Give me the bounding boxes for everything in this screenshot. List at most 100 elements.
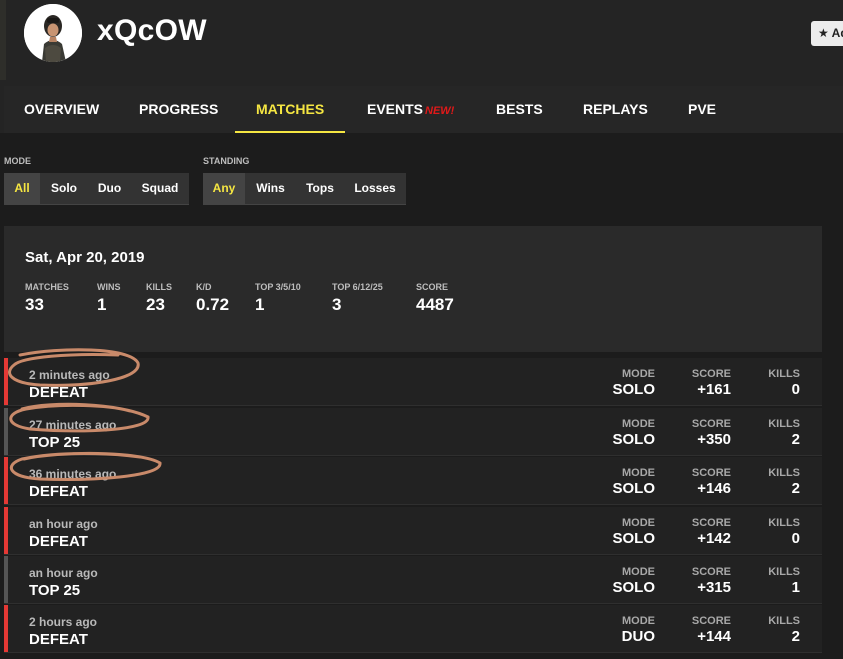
match-time: an hour ago xyxy=(29,517,98,531)
col-label: SCORE xyxy=(691,615,731,627)
tab-pve[interactable]: PVE xyxy=(688,86,716,133)
stat-label: MATCHES xyxy=(25,282,69,292)
username: xQcOW xyxy=(97,14,207,47)
col-value: +146 xyxy=(697,480,731,497)
tab-events[interactable]: EVENTS NEW! xyxy=(367,86,454,133)
stat-matches: MATCHES 33 xyxy=(25,282,69,315)
day-summary: Sat, Apr 20, 2019 MATCHES 33 WINS 1 KILL… xyxy=(4,226,822,352)
match-kills: KILLS 2 xyxy=(768,467,800,497)
match-kills: KILLS 2 xyxy=(768,418,800,448)
mode-option-all[interactable]: All xyxy=(4,173,40,204)
col-label: MODE xyxy=(622,615,655,627)
mode-filter-label: MODE xyxy=(4,156,31,166)
match-time: an hour ago xyxy=(29,566,98,580)
col-value: 2 xyxy=(791,480,800,497)
standing-option-wins[interactable]: Wins xyxy=(245,173,296,204)
standing-option-any[interactable]: Any xyxy=(203,173,245,204)
col-label: KILLS xyxy=(768,615,800,627)
match-row[interactable]: 36 minutes ago DEFEAT MODE SOLO SCORE +146… xyxy=(4,457,822,505)
col-label: MODE xyxy=(622,467,655,479)
col-label: KILLS xyxy=(768,368,800,380)
match-score: SCORE +315 xyxy=(692,566,731,596)
stat-label: SCORE xyxy=(416,282,449,292)
match-result: DEFEAT xyxy=(29,533,88,550)
match-row[interactable]: an hour ago DEFEAT MODE SOLO SCORE +142 KI… xyxy=(4,507,822,555)
col-value: 2 xyxy=(791,628,800,645)
col-value: +142 xyxy=(697,530,731,547)
stat-top-3-5-10: TOP 3/5/10 1 xyxy=(255,282,301,315)
mode-option-duo[interactable]: Duo xyxy=(88,173,131,204)
match-time: 36 minutes ago xyxy=(29,467,117,481)
result-indicator xyxy=(4,605,8,652)
header-strip xyxy=(0,0,6,80)
standing-filter-label: STANDING xyxy=(203,156,250,166)
stat-top-6-12-25: TOP 6/12/25 3 xyxy=(332,282,383,315)
stat-value: 1 xyxy=(255,295,265,314)
result-indicator xyxy=(4,507,8,554)
match-mode: MODE SOLO xyxy=(612,467,655,497)
mode-option-solo[interactable]: Solo xyxy=(40,173,88,204)
stat-value: 23 xyxy=(146,295,165,314)
col-label: SCORE xyxy=(691,467,731,479)
col-label: KILLS xyxy=(768,517,800,529)
col-value: SOLO xyxy=(612,530,655,547)
match-row[interactable]: 2 hours ago DEFEAT MODE DUO SCORE +144 KIL… xyxy=(4,605,822,653)
match-mode: MODE DUO xyxy=(622,615,655,645)
match-row[interactable]: 27 minutes ago TOP 25 MODE SOLO SCORE +350… xyxy=(4,408,822,456)
col-label: SCORE xyxy=(691,517,731,529)
standing-option-tops[interactable]: Tops xyxy=(296,173,344,204)
match-kills: KILLS 0 xyxy=(768,517,800,547)
stat-value: 33 xyxy=(25,295,44,314)
col-value: 2 xyxy=(791,431,800,448)
tab-matches[interactable]: MATCHES xyxy=(256,86,324,133)
standing-option-losses[interactable]: Losses xyxy=(344,173,406,204)
summary-date: Sat, Apr 20, 2019 xyxy=(25,249,145,266)
tab-progress[interactable]: PROGRESS xyxy=(139,86,218,133)
match-score: SCORE +161 xyxy=(692,368,731,398)
avatar-image xyxy=(24,4,82,62)
tab-replays[interactable]: REPLAYS xyxy=(583,86,648,133)
col-value: 0 xyxy=(791,530,800,547)
result-indicator xyxy=(4,408,8,455)
col-value: SOLO xyxy=(612,579,655,596)
mode-option-squad[interactable]: Squad xyxy=(131,173,189,204)
match-row[interactable]: an hour ago TOP 25 MODE SOLO SCORE +315 KI… xyxy=(4,556,822,604)
result-indicator xyxy=(4,457,8,504)
stat-label: TOP 3/5/10 xyxy=(255,282,301,292)
col-label: MODE xyxy=(622,517,655,529)
col-label: SCORE xyxy=(691,368,731,380)
stat-value: 3 xyxy=(332,295,342,314)
col-label: MODE xyxy=(622,368,655,380)
match-time: 2 minutes ago xyxy=(29,368,110,382)
col-label: MODE xyxy=(622,418,655,430)
col-value: +161 xyxy=(697,381,731,398)
match-result: TOP 25 xyxy=(29,582,81,599)
match-result: TOP 25 xyxy=(29,434,81,451)
match-result: DEFEAT xyxy=(29,384,88,401)
stat-kills: KILLS 23 xyxy=(146,282,172,315)
match-result: DEFEAT xyxy=(29,483,88,500)
match-mode: MODE SOLO xyxy=(612,566,655,596)
col-value: +315 xyxy=(697,579,731,596)
profile-nav: OVERVIEW PROGRESS MATCHES EVENTS NEW! BES… xyxy=(4,86,843,133)
tab-overview[interactable]: OVERVIEW xyxy=(24,86,99,133)
stat-value: 4487 xyxy=(416,295,454,314)
col-value: +350 xyxy=(697,431,731,448)
col-value: SOLO xyxy=(612,381,655,398)
match-score: SCORE +142 xyxy=(692,517,731,547)
match-result: DEFEAT xyxy=(29,631,88,648)
col-label: SCORE xyxy=(691,566,731,578)
col-label: KILLS xyxy=(768,566,800,578)
add-favorite-button[interactable]: ★ Ad xyxy=(811,21,843,46)
col-value: +144 xyxy=(697,628,731,645)
col-label: SCORE xyxy=(691,418,731,430)
avatar[interactable] xyxy=(24,4,82,62)
result-indicator xyxy=(4,358,8,405)
tab-bests[interactable]: BESTS xyxy=(496,86,543,133)
col-label: KILLS xyxy=(768,467,800,479)
stat-score: SCORE 4487 xyxy=(416,282,454,315)
match-mode: MODE SOLO xyxy=(612,418,655,448)
col-value: SOLO xyxy=(612,431,655,448)
match-row[interactable]: 2 minutes ago DEFEAT MODE SOLO SCORE +161 … xyxy=(4,358,822,406)
active-tab-indicator xyxy=(235,131,345,133)
